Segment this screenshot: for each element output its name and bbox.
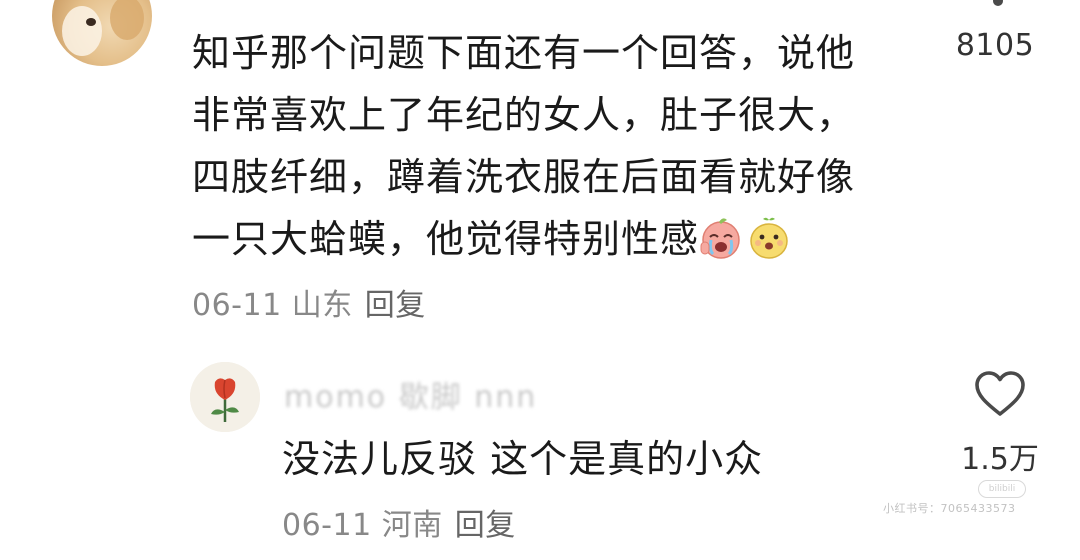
- comment-thread: 8105 知乎那个问题下面还有一个回答，说他非常喜欢上了年纪的女人，肚子很大，四…: [0, 0, 1080, 560]
- more-dot-icon[interactable]: [993, 0, 1003, 6]
- reply-username[interactable]: momo 歇脚 nnn: [284, 372, 537, 416]
- watermark-badge: bilibili: [978, 480, 1026, 498]
- tulip-icon: [190, 362, 260, 432]
- crying-laughing-emoji: [699, 216, 743, 260]
- comment-date: 06-11: [192, 288, 282, 323]
- comment-location: 山东: [291, 288, 353, 323]
- watermark-text: 小红书号：7065433573: [883, 502, 1016, 515]
- reply-date: 06-11: [282, 508, 372, 543]
- reply-location: 河南: [381, 508, 443, 543]
- comment-meta: 06-11 山东 回复: [192, 280, 426, 324]
- reply-text: 没法儿反驳 这个是真的小众: [282, 437, 764, 481]
- happy-sprout-emoji: [747, 216, 791, 260]
- reply-reply-button[interactable]: 回复: [455, 508, 516, 543]
- commenter-avatar[interactable]: [52, 0, 152, 66]
- comment-body: 知乎那个问题下面还有一个回答，说他非常喜欢上了年纪的女人，肚子很大，四肢纤细，蹲…: [192, 22, 892, 270]
- heart-icon[interactable]: [974, 370, 1026, 418]
- avatar-dog-nose: [86, 18, 96, 26]
- avatar-fur-light: [62, 6, 102, 56]
- comment-like-count: 8105: [955, 28, 1035, 63]
- reply-meta: 06-11 河南 回复: [282, 500, 516, 544]
- avatar-fur-dark: [110, 0, 144, 40]
- reply-avatar[interactable]: [190, 362, 260, 432]
- comment-reply-button[interactable]: 回复: [365, 288, 426, 323]
- reply-like-count: 1.5万: [961, 442, 1039, 477]
